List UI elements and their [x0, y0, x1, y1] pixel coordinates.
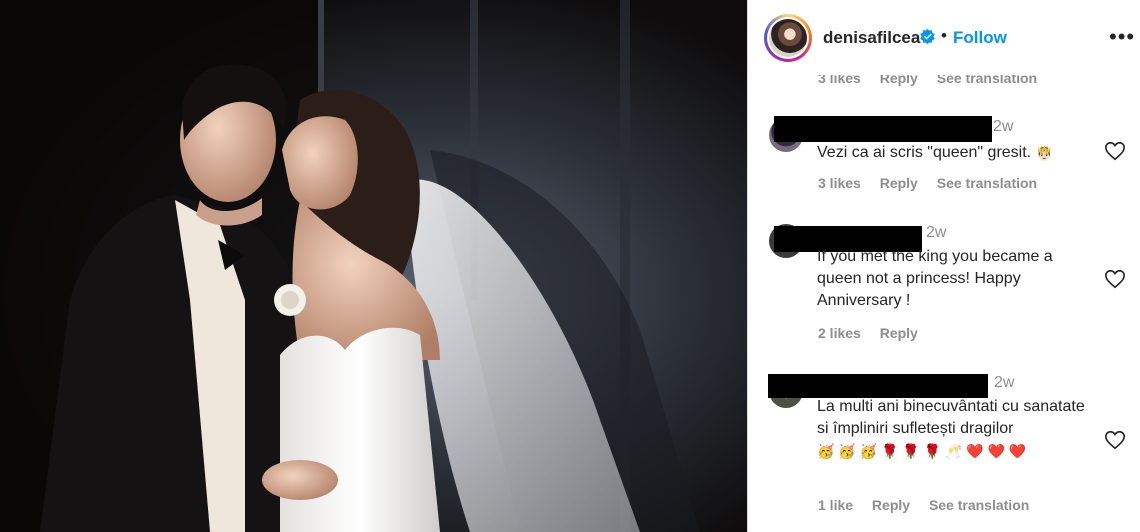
likes-count[interactable]: 3 likes [818, 175, 861, 191]
heart-icon[interactable] [1104, 140, 1126, 162]
profile-avatar[interactable] [764, 14, 812, 62]
post-header: denisafilcea • Follow ••• [748, 0, 1140, 75]
comment-time[interactable]: 2w [926, 224, 946, 242]
reply-button[interactable]: Reply [880, 175, 918, 191]
redacted-username [774, 116, 992, 142]
see-translation-button[interactable]: See translation [937, 175, 1037, 191]
reply-button[interactable]: Reply [872, 497, 910, 513]
heart-icon[interactable] [1104, 268, 1126, 290]
follow-button[interactable]: Follow [953, 28, 1007, 48]
comment-text: Vezi ca ai scris "queen" gresit. 🤴🏻 [817, 144, 1054, 161]
comment-meta-row: 2 likes Reply [818, 325, 933, 341]
heart-icon[interactable] [1104, 429, 1126, 451]
emoji: 🥳 🥳 🥳 🌹 🌹 🌹 🥂 ❤️ ❤️ ❤️ [817, 442, 1027, 459]
wedding-photo [0, 0, 747, 532]
redacted-username [768, 374, 988, 398]
likes-count[interactable]: 2 likes [818, 325, 861, 341]
separator-dot: • [941, 26, 947, 45]
username-link[interactable]: denisafilcea [823, 28, 920, 48]
comment-text: If you met the king you became a queen n… [817, 248, 1053, 309]
comment-meta-row: 1 like Reply See translation [818, 497, 1044, 513]
comments-panel: denisafilcea • Follow ••• 3 likes Reply … [747, 0, 1140, 532]
comment-time[interactable]: 2w [994, 374, 1014, 392]
comment-time[interactable]: 2w [993, 118, 1013, 136]
see-translation-button[interactable]: See translation [929, 497, 1029, 513]
more-options-icon[interactable]: ••• [1109, 24, 1135, 50]
likes-count[interactable]: 1 like [818, 497, 853, 513]
reply-button[interactable]: Reply [880, 325, 918, 341]
comment-text: La multi ani binecuvântati cu sanatate s… [817, 398, 1085, 459]
post-photo[interactable] [0, 0, 747, 532]
emoji: 🤴🏻 [1035, 144, 1054, 161]
verified-badge-icon [920, 28, 935, 45]
comment-meta-row: 3 likes Reply See translation [818, 175, 1052, 191]
